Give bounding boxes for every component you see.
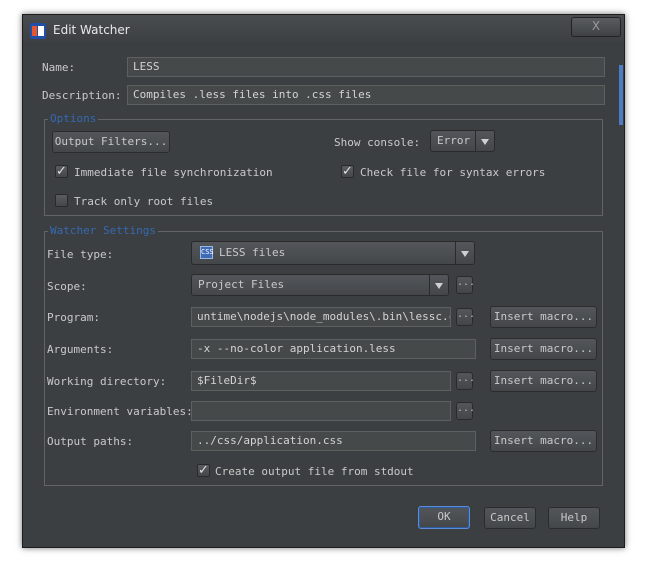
show-console-select[interactable]: Error (430, 130, 495, 152)
file-type-select[interactable]: CSS LESS files (191, 241, 475, 265)
show-console-value: Error (437, 134, 471, 147)
options-legend: Options (48, 112, 99, 125)
output-filters-button[interactable]: Output Filters... (52, 131, 170, 153)
help-button[interactable]: Help (548, 507, 600, 529)
working-directory-browse-button[interactable]: ... (456, 372, 475, 390)
environment-variables-browse-button[interactable]: ... (456, 402, 475, 420)
chevron-down-icon (461, 251, 469, 257)
dialog-title: Edit Watcher (53, 23, 130, 37)
program-input[interactable]: untime\nodejs\node_modules\.bin\lessc.cm… (191, 307, 451, 327)
name-input[interactable]: LESS (127, 57, 605, 77)
immediate-sync-checkbox[interactable]: ✓ (55, 165, 68, 178)
working-directory-input[interactable]: $FileDir$ (191, 371, 451, 391)
app-logo-icon (30, 23, 46, 39)
output-paths-label: Output paths: (47, 435, 134, 448)
cancel-button[interactable]: Cancel (484, 507, 536, 529)
create-stdout-checkbox[interactable]: ✓ (197, 464, 210, 477)
title-bar: Edit Watcher X (23, 15, 624, 47)
working-directory-insert-macro-button[interactable]: Insert macro... (490, 370, 597, 392)
file-type-value: LESS files (219, 246, 286, 259)
environment-variables-label: Environment variables: (47, 405, 193, 418)
working-directory-label: Working directory: (47, 375, 167, 388)
program-browse-button[interactable]: ... (456, 308, 475, 326)
track-root-checkbox[interactable] (55, 194, 68, 207)
watcher-settings-legend: Watcher Settings (48, 224, 158, 237)
chevron-down-icon (435, 283, 443, 289)
output-paths-input[interactable]: ../css/application.css (191, 431, 476, 451)
show-console-label: Show console: (334, 136, 421, 149)
arguments-insert-macro-button[interactable]: Insert macro... (490, 338, 597, 360)
close-icon: X (591, 19, 601, 33)
background-scrollbar (619, 65, 623, 125)
check-syntax-label: Check file for syntax errors (360, 166, 546, 179)
scope-label: Scope: (47, 280, 87, 293)
file-type-label: File type: (47, 248, 114, 261)
check-syntax-checkbox[interactable]: ✓ (341, 165, 354, 178)
output-paths-insert-macro-button[interactable]: Insert macro... (490, 430, 597, 452)
immediate-sync-label: Immediate file synchronization (74, 166, 273, 179)
description-input[interactable]: Compiles .less files into .css files (127, 85, 605, 105)
program-label: Program: (47, 311, 100, 324)
program-insert-macro-button[interactable]: Insert macro... (490, 306, 597, 328)
scope-browse-button[interactable]: ... (456, 276, 475, 294)
edit-watcher-dialog: Edit Watcher X Name: LESS Description: C… (22, 14, 625, 548)
ok-button[interactable]: OK (418, 506, 470, 529)
close-button[interactable]: X (571, 17, 621, 37)
create-stdout-label: Create output file from stdout (215, 465, 414, 478)
arguments-input[interactable]: -x --no-color application.less (191, 339, 476, 359)
arguments-label: Arguments: (47, 343, 114, 356)
description-label: Description: (42, 89, 122, 102)
name-label: Name: (42, 61, 76, 74)
environment-variables-input[interactable] (191, 401, 451, 421)
css-file-icon: CSS (200, 246, 214, 259)
chevron-down-icon (481, 139, 489, 145)
checkmark-icon: ✓ (56, 164, 67, 179)
scope-value: Project Files (198, 278, 285, 291)
track-root-label: Track only root files (74, 195, 214, 208)
checkmark-icon: ✓ (342, 164, 353, 179)
scope-select[interactable]: Project Files (191, 274, 449, 296)
checkmark-icon: ✓ (198, 463, 209, 478)
